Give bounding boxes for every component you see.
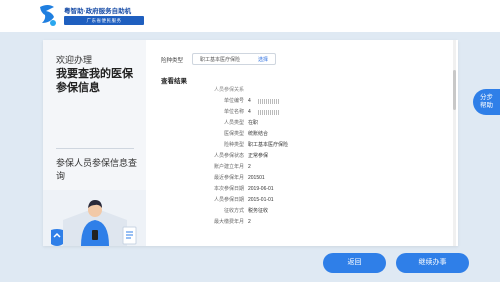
brand-logo: 粤智助·政府服务自助机 广东省便民服务: [36, 3, 156, 29]
result-value: 4: [248, 98, 251, 104]
continue-button[interactable]: 继续办事: [396, 253, 469, 273]
result-row: 征收方式 税务征收: [146, 206, 446, 216]
main-card: 欢迎办理 我要查我的医保参保信息 参保人员参保信息查询 险种类型 职工基本医疗保…: [43, 40, 458, 246]
redaction-mark: [258, 99, 280, 104]
results-title: 查看结果: [161, 78, 187, 85]
redaction-mark: [258, 110, 280, 115]
app-header: 粤智助·政府服务自助机 广东省便民服务: [0, 0, 500, 32]
welcome-text: 欢迎办理: [56, 55, 93, 65]
insurance-type-label: 险种类型: [161, 58, 184, 64]
result-value: 2: [248, 219, 251, 225]
select-link[interactable]: 选择: [258, 56, 268, 63]
divider: [56, 148, 134, 149]
back-button[interactable]: 返回: [323, 253, 386, 273]
result-label: 本次参保日期: [213, 186, 244, 192]
result-row: 最大缴费年月 2: [146, 217, 446, 227]
step-help-button[interactable]: 分步 帮助: [473, 89, 500, 115]
left-panel: 欢迎办理 我要查我的医保参保信息 参保人员参保信息查询: [43, 40, 146, 246]
result-value: 在职: [248, 120, 259, 126]
result-row: 单位编号 4: [146, 96, 446, 106]
result-value: 统账结合: [248, 131, 269, 137]
result-row: 人员类型 在职: [146, 118, 446, 128]
service-headline: 我要查我的医保参保信息: [56, 68, 133, 94]
result-label: 最大缴费年月: [213, 219, 244, 225]
result-row: 本次参保日期 2019-06-01: [146, 184, 446, 194]
result-label: 账户建立年月: [213, 164, 244, 170]
brand-subtitle: 广东省便民服务: [64, 16, 144, 25]
result-value: 税务征收: [248, 208, 269, 214]
result-row: 单位名称 4: [146, 107, 446, 117]
result-row: 人员参保状态 正常参保: [146, 151, 446, 161]
result-label: 单位编号: [223, 98, 244, 104]
result-value: 职工基本医疗保险: [248, 142, 289, 148]
result-value: 正常参保: [248, 153, 269, 159]
result-label: 险种类型: [223, 142, 244, 148]
result-row: 最近参保年月 201501: [146, 173, 446, 183]
result-value: 2015-01-01: [248, 197, 274, 203]
result-value: 2: [248, 164, 251, 170]
result-value: 4: [248, 109, 251, 115]
scrollbar-thumb[interactable]: [453, 70, 456, 110]
result-row: 医保类型 统账结合: [146, 129, 446, 139]
insurance-type-value: 职工基本医疗保险: [200, 57, 241, 63]
service-illustration: [43, 190, 146, 246]
result-label: 医保类型: [223, 131, 244, 137]
insurance-type-select[interactable]: 职工基本医疗保险 选择: [192, 53, 276, 65]
right-panel: 险种类型 职工基本医疗保险 选择 查看结果 人员参保关系 单位编号 4 单位名称…: [146, 40, 458, 246]
brand-title: 粤智助·政府服务自助机: [64, 8, 132, 15]
step-help-label: 分步 帮助: [480, 94, 493, 109]
result-value: 201501: [248, 175, 265, 181]
result-label: 人员参保状态: [213, 153, 244, 159]
result-label: 人员参保日期: [213, 197, 244, 203]
brand-logo-icon: [40, 5, 56, 26]
result-label: 单位名称: [223, 109, 244, 115]
result-row: 人员参保关系: [146, 85, 446, 95]
result-label: 人员类型: [223, 120, 244, 126]
result-label: 人员参保关系: [213, 87, 244, 93]
result-value: 2019-06-01: [248, 186, 274, 192]
result-row: 账户建立年月 2: [146, 162, 446, 172]
service-subtitle: 参保人员参保信息查询: [56, 158, 138, 181]
result-label: 最近参保年月: [213, 175, 244, 181]
result-label: 征收方式: [223, 208, 244, 214]
result-row: 险种类型 职工基本医疗保险: [146, 140, 446, 150]
result-row: 人员参保日期 2015-01-01: [146, 195, 446, 205]
